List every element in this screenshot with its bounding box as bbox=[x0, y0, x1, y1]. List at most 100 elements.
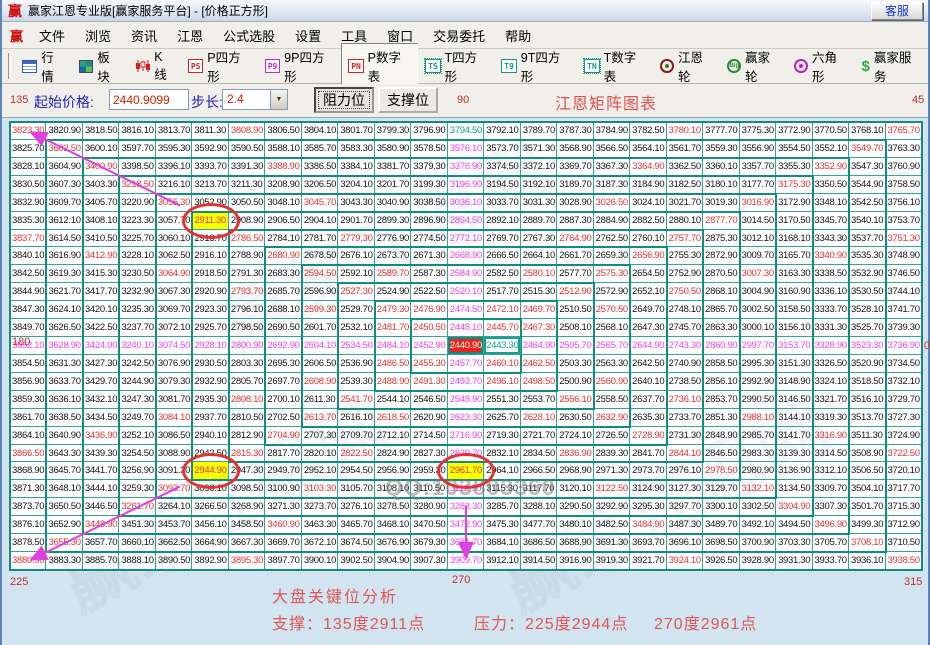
menu-item-window[interactable]: 窗口 bbox=[377, 26, 423, 45]
matrix-cell[interactable]: 3657.70 bbox=[83, 534, 119, 552]
matrix-cell[interactable]: 3319.30 bbox=[813, 409, 849, 427]
matrix-cell[interactable]: 3902.50 bbox=[338, 552, 374, 570]
matrix-cell[interactable]: 3244.90 bbox=[119, 373, 155, 391]
matrix-cell[interactable]: 3616.90 bbox=[46, 247, 82, 265]
matrix-cell[interactable]: 3780.10 bbox=[667, 122, 703, 140]
matrix-cell[interactable]: 3542.50 bbox=[849, 194, 885, 212]
matrix-cell[interactable]: 3717.70 bbox=[886, 480, 922, 498]
matrix-cell[interactable]: 3504.10 bbox=[849, 480, 885, 498]
matrix-cell[interactable]: 3480.10 bbox=[557, 516, 593, 534]
matrix-cell[interactable]: 3775.30 bbox=[740, 122, 776, 140]
matrix-cell[interactable]: 2462.50 bbox=[521, 355, 557, 373]
matrix-cell[interactable]: 2733.70 bbox=[667, 409, 703, 427]
matrix-cell[interactable]: 2829.70 bbox=[448, 445, 484, 463]
matrix-cell[interactable]: 2702.50 bbox=[265, 409, 301, 427]
matrix-cell[interactable]: 3864.10 bbox=[10, 427, 46, 445]
matrix-cell[interactable]: 2505.70 bbox=[557, 337, 593, 355]
matrix-cell[interactable]: 3914.50 bbox=[521, 552, 557, 570]
matrix-cell[interactable]: 2640.10 bbox=[630, 373, 666, 391]
matrix-cell[interactable]: 3535.30 bbox=[849, 247, 885, 265]
matrix-cell[interactable]: 3926.50 bbox=[703, 552, 739, 570]
matrix-cell[interactable]: 2551.30 bbox=[484, 391, 520, 409]
matrix-cell[interactable]: 3400.90 bbox=[83, 158, 119, 176]
matrix-cell[interactable]: 3427.30 bbox=[83, 355, 119, 373]
matrix-cell[interactable]: 3266.50 bbox=[192, 498, 228, 516]
matrix-cell[interactable]: 3271.30 bbox=[265, 498, 301, 516]
matrix-cell[interactable]: 3264.10 bbox=[156, 498, 192, 516]
matrix-cell[interactable]: 2572.90 bbox=[594, 283, 630, 301]
matrix-cell[interactable]: 2920.90 bbox=[192, 283, 228, 301]
matrix-cell[interactable]: 3662.50 bbox=[156, 534, 192, 552]
matrix-cell[interactable]: 2481.70 bbox=[375, 319, 411, 337]
matrix-cell[interactable]: 3043.30 bbox=[338, 194, 374, 212]
matrix-cell[interactable]: 3873.70 bbox=[10, 498, 46, 516]
matrix-cell[interactable]: 3811.30 bbox=[192, 122, 228, 140]
matrix-cell[interactable]: 3163.30 bbox=[776, 265, 812, 283]
matrix-cell[interactable]: 2822.50 bbox=[338, 445, 374, 463]
matrix-cell[interactable]: 3084.10 bbox=[156, 409, 192, 427]
matrix-cell[interactable]: 3849.70 bbox=[10, 319, 46, 337]
matrix-cell[interactable]: 3201.70 bbox=[375, 176, 411, 194]
matrix-cell[interactable]: 2868.10 bbox=[703, 283, 739, 301]
matrix-cell[interactable]: 3182.50 bbox=[667, 176, 703, 194]
matrix-cell[interactable]: 2712.10 bbox=[375, 427, 411, 445]
matrix-cell[interactable]: 3405.70 bbox=[83, 194, 119, 212]
toolbar-item-t-number-table[interactable]: TNT数字表 bbox=[577, 43, 653, 89]
matrix-cell[interactable]: 3799.30 bbox=[375, 122, 411, 140]
matrix-cell[interactable]: 2791.30 bbox=[229, 265, 265, 283]
matrix-cell[interactable]: 3751.30 bbox=[886, 230, 922, 248]
matrix-cell[interactable]: 3758.50 bbox=[886, 176, 922, 194]
matrix-cell[interactable]: 3379.30 bbox=[411, 158, 447, 176]
matrix-cell[interactable]: 2714.50 bbox=[411, 427, 447, 445]
matrix-cell[interactable]: 3446.50 bbox=[83, 498, 119, 516]
matrix-cell[interactable]: 3712.90 bbox=[886, 516, 922, 534]
matrix-cell[interactable]: 2450.50 bbox=[411, 319, 447, 337]
matrix-cell[interactable]: 3014.50 bbox=[740, 212, 776, 230]
matrix-cell[interactable]: 3139.30 bbox=[776, 445, 812, 463]
matrix-cell[interactable]: 3506.50 bbox=[849, 462, 885, 480]
matrix-cell[interactable]: 2613.70 bbox=[302, 409, 338, 427]
matrix-cell[interactable]: 2769.70 bbox=[484, 230, 520, 248]
matrix-cell[interactable]: 2793.70 bbox=[229, 283, 265, 301]
matrix-cell[interactable]: 3847.30 bbox=[10, 301, 46, 319]
matrix-cell[interactable]: 3439.30 bbox=[83, 445, 119, 463]
matrix-cell[interactable]: 3362.50 bbox=[667, 158, 703, 176]
matrix-cell[interactable]: 3856.90 bbox=[10, 373, 46, 391]
matrix-cell[interactable]: 2925.70 bbox=[192, 319, 228, 337]
matrix-cell[interactable]: 2486.50 bbox=[375, 355, 411, 373]
matrix-cell[interactable]: 3208.90 bbox=[265, 176, 301, 194]
matrix-cell[interactable]: 2944.90 bbox=[192, 462, 228, 480]
matrix-cell[interactable]: 2443.30 bbox=[484, 337, 520, 355]
matrix-cell[interactable]: 2575.30 bbox=[594, 265, 630, 283]
matrix-cell[interactable]: 2990.50 bbox=[740, 391, 776, 409]
matrix-cell[interactable]: 3820.90 bbox=[46, 122, 82, 140]
matrix-cell[interactable]: 3801.70 bbox=[338, 122, 374, 140]
matrix-cell[interactable]: 2467.30 bbox=[521, 319, 557, 337]
matrix-cell[interactable]: 2839.30 bbox=[594, 445, 630, 463]
toolbar-item-quotes[interactable]: 行情 bbox=[15, 43, 72, 89]
matrix-cell[interactable]: 3640.90 bbox=[46, 427, 82, 445]
matrix-cell[interactable]: 3768.10 bbox=[849, 122, 885, 140]
matrix-cell[interactable]: 3854.50 bbox=[10, 355, 46, 373]
matrix-cell[interactable]: 2472.10 bbox=[484, 301, 520, 319]
matrix-cell[interactable]: 3069.70 bbox=[156, 301, 192, 319]
matrix-cell[interactable]: 3556.90 bbox=[740, 140, 776, 158]
matrix-cell[interactable]: 3650.50 bbox=[46, 498, 82, 516]
matrix-cell[interactable]: 2776.90 bbox=[375, 230, 411, 248]
matrix-cell[interactable]: 3170.50 bbox=[776, 212, 812, 230]
matrix-cell[interactable]: 3314.50 bbox=[813, 445, 849, 463]
matrix-cell[interactable]: 2695.30 bbox=[265, 355, 301, 373]
matrix-cell[interactable]: 2508.10 bbox=[557, 319, 593, 337]
matrix-cell[interactable]: 2676.10 bbox=[338, 247, 374, 265]
matrix-cell[interactable]: 2488.90 bbox=[375, 373, 411, 391]
matrix-cell[interactable]: 3228.10 bbox=[119, 247, 155, 265]
matrix-cell[interactable]: 3307.30 bbox=[813, 498, 849, 516]
matrix-cell[interactable]: 3674.50 bbox=[338, 534, 374, 552]
matrix-cell[interactable]: 3249.70 bbox=[119, 409, 155, 427]
matrix-cell[interactable]: 3391.30 bbox=[229, 158, 265, 176]
matrix-cell[interactable]: 3273.70 bbox=[302, 498, 338, 516]
matrix-cell[interactable]: 2498.50 bbox=[521, 373, 557, 391]
matrix-cell[interactable]: 2786.50 bbox=[229, 230, 265, 248]
matrix-cell[interactable]: 2820.10 bbox=[302, 445, 338, 463]
matrix-cell[interactable]: 3823.30 bbox=[10, 122, 46, 140]
